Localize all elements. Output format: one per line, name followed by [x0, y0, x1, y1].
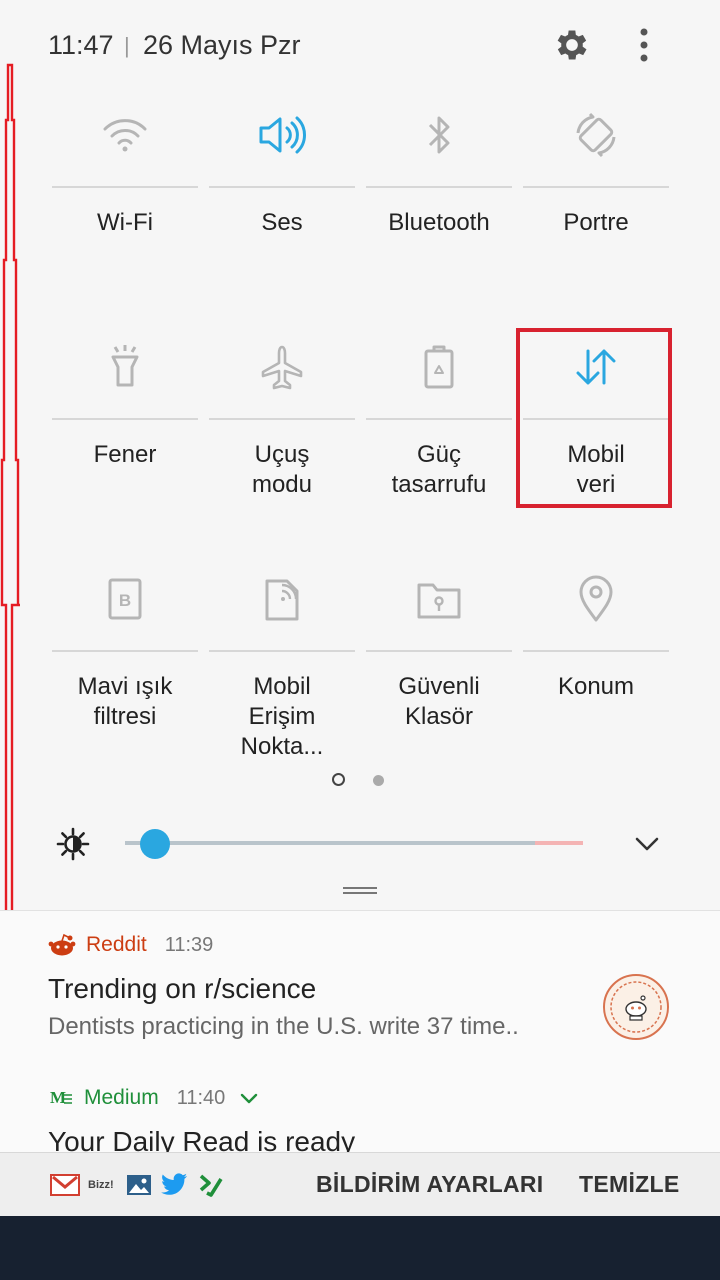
separator: | [124, 33, 130, 58]
clear-button[interactable]: TEMİZLE [579, 1171, 679, 1198]
tile-label: Ses [261, 209, 303, 236]
brightness-slider-thumb[interactable] [140, 829, 170, 859]
page-indicator [330, 772, 390, 792]
tile-label: Bluetooth [388, 209, 490, 236]
twitter-icon [160, 1170, 188, 1200]
brightness-icon [56, 827, 90, 861]
bluetooth-icon [366, 100, 512, 170]
medium-icon: M [50, 1088, 72, 1107]
hotspot-icon [209, 564, 355, 634]
speaker-icon [209, 100, 355, 170]
wifi-icon [52, 100, 198, 170]
more-options-icon[interactable] [630, 25, 658, 65]
notification-title: Trending on r/science [48, 973, 317, 1004]
notification-medium[interactable]: M Medium 11:40 Your Daily Read is ready [0, 1064, 720, 1152]
chevron-down-icon[interactable] [630, 830, 664, 858]
tile-label: Wi-Fi [97, 209, 153, 236]
app-name: Medium [84, 1086, 159, 1109]
clock: 11:47 [48, 30, 114, 60]
gmail-icon [50, 1170, 80, 1200]
app-name: Reddit [86, 933, 147, 956]
highlight-box [516, 328, 672, 508]
tile-label: Uçuş modu [251, 441, 313, 498]
drag-handle[interactable] [343, 887, 377, 897]
expand-chevron-icon[interactable] [237, 1088, 261, 1108]
tile-label: Güç tasarrufu [391, 441, 487, 498]
task-check-icon [198, 1170, 224, 1200]
blue-light-filter-icon: B [52, 564, 198, 634]
notification-reddit[interactable]: Reddit 11:39 Trending on r/science Denti… [0, 910, 720, 1065]
gear-icon[interactable] [552, 25, 592, 65]
page-dot-current[interactable] [332, 773, 345, 786]
notification-time: 11:40 [176, 1086, 226, 1109]
notification-title: Your Daily Read is ready [48, 1126, 356, 1152]
brightness-track[interactable] [125, 841, 535, 845]
brightness-track-limit [535, 841, 583, 845]
location-icon [523, 564, 669, 634]
tile-label: Konum [557, 673, 635, 700]
notification-footer: Bizz! BİLDİRİM AYARLARI TEMİZLE [0, 1152, 720, 1217]
rotate-icon [523, 100, 669, 170]
tile-label: Fener [93, 441, 157, 468]
flashlight-icon [52, 332, 198, 402]
tile-label: Mobil Erişim Nokta... [240, 673, 324, 760]
page-dot[interactable] [373, 775, 384, 786]
reddit-icon [48, 933, 76, 956]
bizz-icon: Bizz! [88, 1179, 114, 1191]
notification-settings-button[interactable]: BİLDİRİM AYARLARI [316, 1171, 543, 1198]
tile-label: Portre [563, 209, 629, 236]
date: 26 Mayıs Pzr [143, 30, 301, 60]
tile-label: Güvenli Klasör [398, 673, 480, 730]
notification-thumbnail [603, 974, 669, 1040]
battery-saver-icon [366, 332, 512, 402]
notification-text: Dentists practicing in the U.S. write 37… [48, 1013, 519, 1040]
airplane-icon [209, 332, 355, 402]
status-bar: 11:47 | 26 Mayıs Pzr [0, 0, 720, 90]
svg-text:B: B [119, 591, 131, 610]
gallery-icon [126, 1170, 152, 1200]
svg-text:M: M [50, 1088, 66, 1107]
tile-label: Mavi ışık filtresi [77, 673, 173, 730]
brightness-control [0, 815, 720, 875]
secure-folder-icon [366, 564, 512, 634]
notification-time: 11:39 [164, 933, 214, 956]
navigation-bar [0, 1216, 720, 1280]
